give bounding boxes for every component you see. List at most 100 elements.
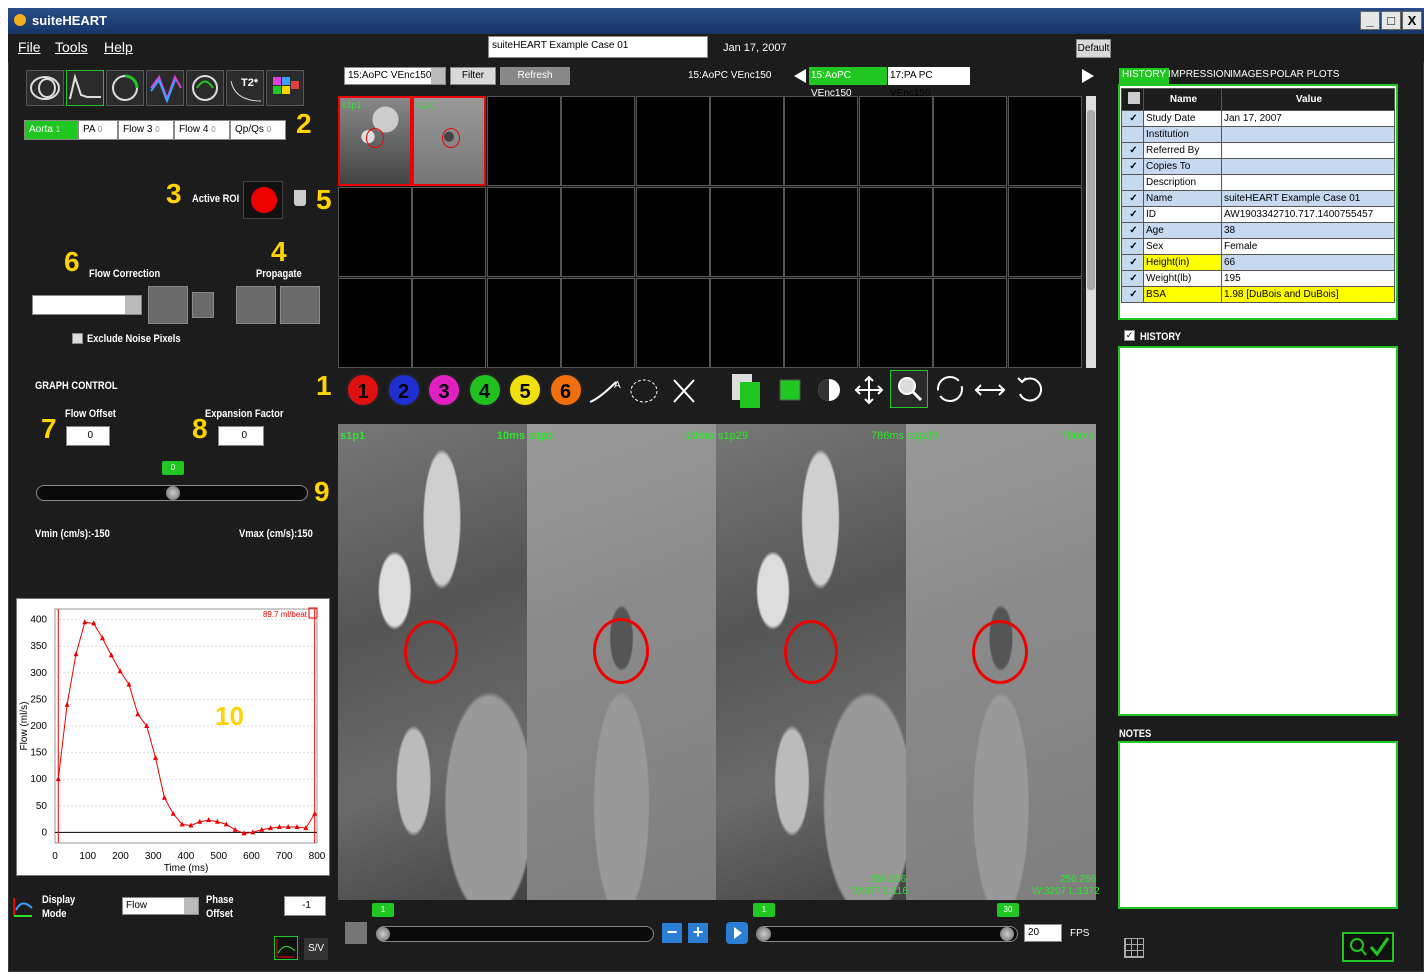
thumbnail-cell[interactable] (710, 96, 784, 186)
t1-mapping-icon[interactable] (266, 70, 304, 106)
next-series-icon[interactable] (1082, 69, 1094, 83)
roi-1-button[interactable]: 1 (346, 373, 380, 407)
thumbnail-cell[interactable]: s1p1 (412, 96, 487, 186)
row-value[interactable] (1221, 142, 1395, 159)
phase-offset-stepper[interactable]: -1 (284, 896, 326, 916)
tab-flow3[interactable]: Flow 3 0 (118, 120, 174, 140)
menu-help[interactable]: Help (104, 39, 133, 55)
thumbnail-cell[interactable] (561, 187, 636, 277)
history-textarea[interactable] (1118, 346, 1398, 716)
remove-correction-button[interactable] (192, 292, 214, 318)
thumbnail-cell[interactable] (933, 278, 1008, 368)
trash-icon[interactable] (294, 190, 306, 206)
row-checkbox[interactable]: ✓ (1121, 238, 1144, 255)
phase-slider[interactable] (756, 926, 1018, 942)
thumbnail-cell[interactable] (338, 187, 412, 277)
reset-icon[interactable] (1012, 372, 1048, 406)
thumbnail-cell[interactable] (858, 278, 933, 368)
tab-polar-plots[interactable]: POLAR PLOTS (1267, 68, 1342, 84)
notes-textarea[interactable] (1118, 741, 1398, 909)
thumbnail-cell[interactable] (561, 96, 636, 186)
history-checkbox[interactable]: ✓ (1124, 330, 1135, 341)
close-button[interactable]: X (1402, 11, 1422, 30)
viewport-magnitude-2[interactable]: s1p29 786ms (716, 424, 906, 900)
thumbnail-cell[interactable] (1007, 278, 1082, 368)
minus-button[interactable]: − (662, 923, 682, 943)
flip-icon[interactable] (972, 374, 1008, 406)
menu-tools[interactable]: Tools (55, 39, 88, 55)
slice-slider-knob[interactable] (376, 927, 390, 941)
thumbnail-cell[interactable] (561, 278, 636, 368)
thumbnail-cell[interactable] (1007, 187, 1082, 277)
viewport-phase-1[interactable]: s1p1 10ms (527, 424, 716, 900)
row-value[interactable]: suiteHEART Example Case 01 (1221, 190, 1395, 207)
delete-roi-icon[interactable] (666, 374, 702, 408)
refresh-button[interactable]: Refresh (500, 67, 570, 85)
minimize-button[interactable]: _ (1360, 11, 1380, 30)
sv-button[interactable]: S/V (304, 938, 328, 960)
filter-button[interactable]: Filter (450, 67, 496, 85)
propagate-forward-button[interactable] (236, 286, 276, 324)
row-value[interactable]: Female (1221, 238, 1395, 255)
t2star-icon[interactable]: T2* (226, 70, 264, 106)
thumbnail-cell[interactable] (784, 96, 859, 186)
exclude-noise-checkbox[interactable] (72, 333, 83, 344)
flow-correction-select[interactable] (32, 295, 142, 315)
roi-4-button[interactable]: 4 (467, 373, 502, 407)
row-checkbox[interactable]: ✓ (1121, 222, 1144, 239)
zoom-icon[interactable] (890, 370, 928, 408)
case-name-field[interactable]: suiteHEART Example Case 01 (488, 36, 708, 58)
grid-layout-icon[interactable] (1124, 938, 1144, 958)
roi-contour[interactable] (593, 618, 649, 684)
thumbnail-cell[interactable] (858, 187, 933, 277)
roi-6-button[interactable]: 6 (548, 373, 583, 407)
row-value[interactable] (1221, 158, 1395, 175)
roi-contour[interactable] (404, 620, 458, 684)
default-button[interactable]: Default (1076, 39, 1111, 58)
roi-contour[interactable] (784, 620, 838, 684)
phase-end-knob[interactable] (1000, 927, 1014, 941)
tab-history[interactable]: HISTORY (1119, 68, 1170, 84)
plus-button[interactable]: + (688, 923, 708, 943)
viewport-magnitude-1[interactable]: s1p1 10ms (338, 424, 527, 900)
slider-knob[interactable] (166, 486, 180, 500)
time-course-icon[interactable] (146, 70, 184, 106)
row-value[interactable]: Jan 17, 2007 (1221, 110, 1395, 127)
menu-file[interactable]: File (18, 39, 41, 55)
thumbnail-cell[interactable] (635, 278, 710, 368)
tab-flow4[interactable]: Flow 4 0 (174, 120, 230, 140)
viewport-phase-2[interactable]: s1p29 786ms (906, 424, 1096, 900)
row-checkbox[interactable]: ✓ (1121, 142, 1144, 159)
thumbnail-cell[interactable] (635, 187, 710, 277)
expansion-factor-stepper[interactable]: 0 (218, 426, 264, 446)
thumbnail-cell[interactable] (486, 187, 561, 277)
flow-offset-stepper[interactable]: 0 (66, 426, 110, 446)
graph-view-icon[interactable] (274, 936, 298, 960)
maximize-button[interactable]: □ (1381, 11, 1401, 30)
thumbnail-cell[interactable] (486, 278, 561, 368)
grid-scrollbar[interactable] (1086, 96, 1096, 368)
row-value[interactable]: 66 (1221, 254, 1395, 271)
line-annotation-icon[interactable]: A (586, 374, 622, 408)
slice-slider[interactable] (376, 926, 654, 942)
apply-correction-button[interactable] (148, 286, 188, 324)
tab-qpqs[interactable]: Qp/Qs 0 (230, 120, 286, 140)
review-approve-button[interactable] (1342, 932, 1394, 962)
thumbnail-cell[interactable]: s1p1 (338, 96, 412, 186)
row-value[interactable] (1221, 174, 1395, 191)
row-value[interactable] (1221, 126, 1395, 143)
row-checkbox[interactable]: ✓ (1121, 286, 1144, 303)
pan-icon[interactable] (852, 374, 886, 406)
series-select[interactable]: 15:AoPC VEnc150 (344, 67, 446, 85)
function-icon[interactable] (26, 70, 64, 106)
thumbnail-cell[interactable] (933, 187, 1008, 277)
tab-aorta[interactable]: Aorta 1 (24, 120, 78, 140)
rotate-icon[interactable] (932, 372, 968, 406)
active-roi-button[interactable] (243, 181, 283, 219)
play-icon[interactable] (726, 922, 748, 944)
row-value[interactable]: 195 (1221, 270, 1395, 287)
thumbnail-cell[interactable] (486, 96, 561, 186)
row-checkbox[interactable]: ✓ (1121, 254, 1144, 271)
row-checkbox[interactable]: ✓ (1121, 158, 1144, 175)
thumbnail-cell[interactable] (635, 96, 710, 186)
